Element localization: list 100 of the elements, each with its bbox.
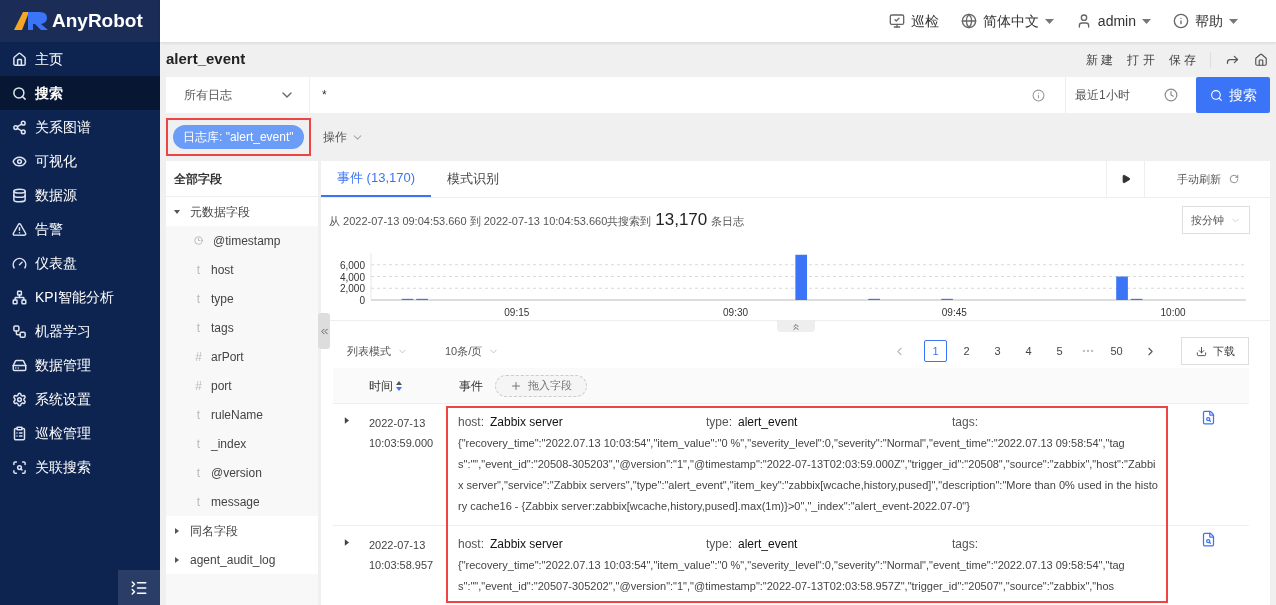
field-label: tags: bbox=[952, 536, 978, 553]
type-symbol: t bbox=[195, 290, 202, 308]
caret-right-icon bbox=[174, 527, 180, 534]
download-button[interactable]: 下载 bbox=[1181, 337, 1249, 365]
sidebar-item[interactable]: 告警 bbox=[0, 212, 160, 246]
event-message: {"recovery_time":"2022.07.13 10:03:54","item_value":"0 %","severity_level":0,"severity":"Normal","event_time":"2022.07.13 09:58:54","tags":"","event_id":"20508-305203","@version":"1","@timestamp":"2022-07-13T02:03:59.000Z","trigger_id":"20508","source":"zabbix","host":"Zabbix server","service":"Zabbix servers","type":"alert_event","item_key":"zabbix[wcache,history,pused]","description":"More than 0% used in the history cache16 - {Zabbix server:zabbix[wcache,history,pused].max(1m)}>0","_index":"alert_event-2022.07-0"} bbox=[458, 436, 1158, 514]
home-icon[interactable] bbox=[1254, 52, 1268, 67]
field-name[interactable]: tags bbox=[211, 318, 234, 337]
time-range-picker[interactable]: 最近1小时 bbox=[1065, 77, 1196, 113]
field-name[interactable]: message bbox=[211, 492, 260, 511]
field-name[interactable]: _index bbox=[211, 434, 247, 453]
header-menu-item[interactable]: 巡检 bbox=[888, 10, 939, 32]
sidebar-item[interactable]: 巡检管理 bbox=[0, 416, 160, 450]
field-label: host: bbox=[458, 536, 484, 553]
collapse-chart-handle[interactable] bbox=[776, 321, 815, 332]
field-group[interactable]: agent_audit_log bbox=[166, 545, 318, 574]
field-group[interactable]: 元数据字段 bbox=[166, 197, 318, 226]
sort-icon[interactable] bbox=[396, 380, 402, 391]
toolbar-link[interactable]: 保 存 bbox=[1168, 50, 1196, 69]
clock-icon bbox=[194, 236, 203, 245]
page-number[interactable]: 5 bbox=[1048, 340, 1071, 362]
sidebar-item[interactable]: 关系图谱 bbox=[0, 110, 160, 144]
date-cell-text: 2022-07-13 bbox=[369, 538, 427, 553]
sidebar-item[interactable]: 关联搜索 bbox=[0, 450, 160, 484]
field-name[interactable]: @timestamp bbox=[213, 231, 281, 250]
page-number[interactable]: 50 bbox=[1105, 340, 1128, 362]
page-number[interactable]: 3 bbox=[986, 340, 1009, 362]
x-tick-label: 09:15 bbox=[504, 307, 530, 318]
caret-icon bbox=[1142, 18, 1151, 24]
info-icon bbox=[1173, 13, 1189, 29]
field-label: tags: bbox=[952, 414, 978, 431]
interval-select[interactable]: 按分钟 bbox=[1182, 206, 1250, 234]
type-symbol: # bbox=[194, 377, 203, 395]
x-tick-label: 10:00 bbox=[1160, 307, 1186, 318]
x-tick-label: 09:30 bbox=[723, 307, 749, 318]
settings-icon bbox=[12, 391, 27, 407]
clipboard-icon bbox=[12, 425, 27, 441]
page-number[interactable]: 4 bbox=[1017, 340, 1040, 362]
sidebar-item[interactable]: 主页 bbox=[0, 42, 160, 76]
field-name[interactable]: type bbox=[211, 289, 234, 308]
y-tick-label: 4,000 bbox=[339, 271, 365, 283]
menu-collapse-icon bbox=[130, 578, 148, 597]
histogram-bar bbox=[1116, 276, 1128, 300]
page-size-select[interactable]: 10条/页 bbox=[445, 342, 500, 360]
page-number[interactable]: 2 bbox=[955, 340, 978, 362]
column-header[interactable]: 时间 bbox=[369, 376, 393, 395]
home-icon bbox=[12, 51, 27, 67]
sidebar-item[interactable]: 系统设置 bbox=[0, 382, 160, 416]
sidebar-item[interactable]: 机器学习 bbox=[0, 314, 160, 348]
field-name[interactable]: @version bbox=[211, 463, 262, 482]
field-name[interactable]: host bbox=[211, 260, 234, 279]
field-name[interactable]: arPort bbox=[211, 347, 244, 366]
field-name[interactable]: ruleName bbox=[211, 405, 264, 424]
tab[interactable]: 事件 (13,170) bbox=[321, 161, 432, 197]
search-icon bbox=[12, 85, 27, 101]
field-label: type: bbox=[706, 414, 732, 431]
tab[interactable]: 模式识别 bbox=[431, 161, 516, 197]
sidebar-item[interactable]: 可视化 bbox=[0, 144, 160, 178]
sidebar-item[interactable]: KPI智能分析 bbox=[0, 280, 160, 314]
brand-name: AnyRobot bbox=[52, 8, 143, 33]
caret-icon bbox=[1044, 18, 1054, 24]
search-button[interactable]: 搜索 bbox=[1196, 77, 1270, 113]
clock-icon bbox=[1164, 88, 1178, 102]
detail-icon[interactable] bbox=[1201, 532, 1216, 547]
field-group[interactable]: 同名字段 bbox=[166, 516, 318, 545]
query-field[interactable]: * bbox=[310, 77, 1065, 113]
header-menu-item[interactable]: 帮助 bbox=[1173, 10, 1238, 32]
view-mode-select[interactable]: 列表模式 bbox=[347, 342, 445, 360]
sidebar-item[interactable]: 数据源 bbox=[0, 178, 160, 212]
y-tick-label: 2,000 bbox=[339, 283, 365, 295]
page-title: alert_event bbox=[166, 49, 246, 70]
field-name[interactable]: port bbox=[211, 376, 232, 395]
plus-icon bbox=[510, 379, 522, 392]
sidebar-item[interactable]: 数据管理 bbox=[0, 348, 160, 382]
summary-suffix: 条日志 bbox=[711, 214, 745, 230]
detail-icon[interactable] bbox=[1201, 410, 1216, 425]
scope-dropdown[interactable]: 所有日志 bbox=[166, 77, 310, 113]
monitor-icon bbox=[888, 13, 905, 29]
globe-icon bbox=[960, 13, 977, 29]
caret-right-icon[interactable] bbox=[344, 417, 349, 424]
collapse-panel-handle[interactable] bbox=[318, 313, 330, 349]
operations-menu[interactable]: 操作 bbox=[323, 128, 347, 146]
page-number[interactable]: 1 bbox=[924, 340, 947, 362]
sidebar-item[interactable]: 搜索 bbox=[0, 76, 160, 110]
caret-right-icon[interactable] bbox=[344, 539, 349, 546]
search-icon bbox=[1209, 88, 1223, 102]
play-icon bbox=[1120, 174, 1131, 184]
type-symbol: t bbox=[195, 406, 202, 424]
add-field-button[interactable]: 拖入字段 bbox=[495, 374, 587, 397]
refresh-button[interactable]: 手动刷新 bbox=[1144, 161, 1270, 197]
field-label: type: bbox=[706, 536, 732, 553]
header-menu-item[interactable]: admin bbox=[1075, 10, 1151, 32]
caret-right-icon bbox=[174, 556, 180, 563]
toolbar-link[interactable]: 打 开 bbox=[1127, 50, 1155, 69]
eye-icon bbox=[12, 153, 27, 169]
toolbar-link[interactable]: 新 建 bbox=[1085, 50, 1114, 69]
database-icon bbox=[12, 187, 27, 203]
sidebar-item[interactable]: 仪表盘 bbox=[0, 246, 160, 280]
header-menu-item[interactable]: 简体中文 bbox=[960, 10, 1054, 32]
collapse-sidebar-button[interactable] bbox=[118, 570, 160, 605]
